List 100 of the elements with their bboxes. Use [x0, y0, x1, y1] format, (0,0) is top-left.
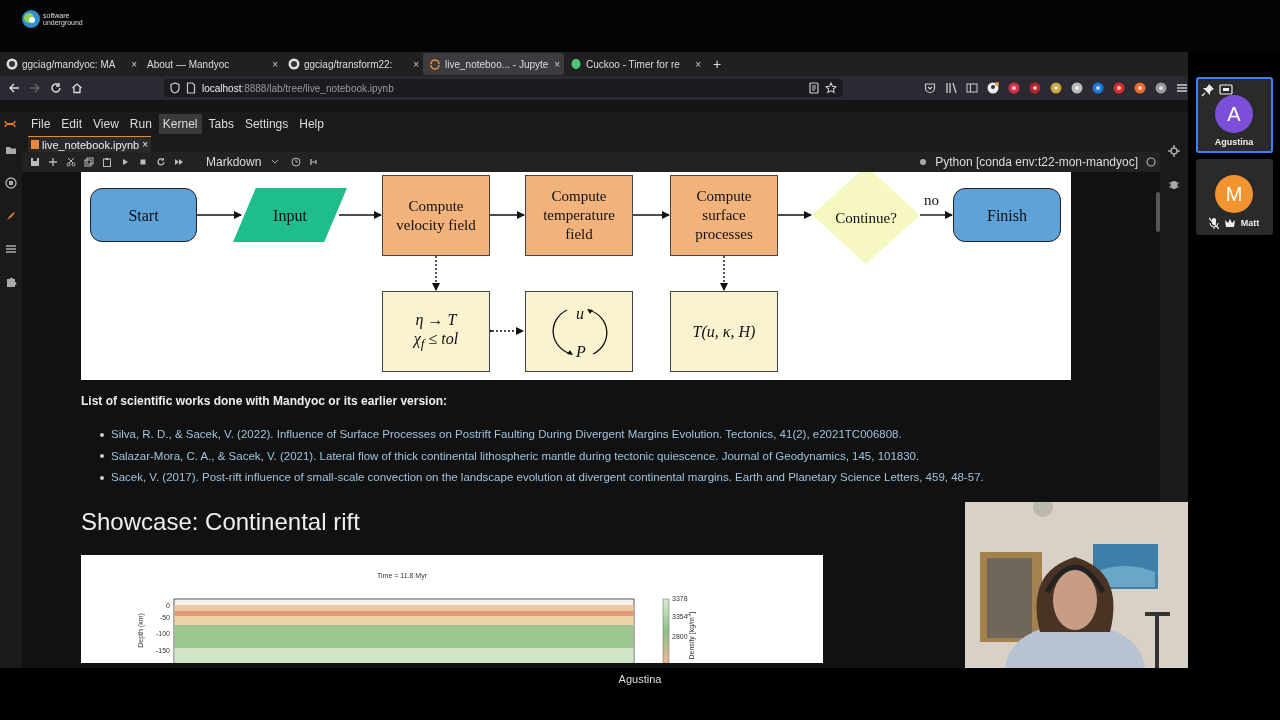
- clock-icon[interactable]: [291, 157, 302, 167]
- run-icon[interactable]: [120, 157, 130, 167]
- restart-icon[interactable]: [156, 157, 166, 167]
- extension-icon[interactable]: [1050, 82, 1062, 94]
- tab-close-button[interactable]: ×: [695, 58, 701, 70]
- shield-icon: [169, 82, 180, 94]
- participant-name: Matt: [1240, 218, 1260, 228]
- browser-tab[interactable]: Cuckoo - Timer for re ×: [564, 53, 705, 75]
- menu-item[interactable]: Settings: [240, 114, 293, 134]
- address-bar[interactable]: localhost:8888/lab/tree/live_notebook.ipynb: [163, 79, 843, 97]
- extension-icon[interactable]: [1008, 82, 1020, 94]
- kernel-name[interactable]: Python [conda env:t22-mon-mandyoc]: [935, 155, 1138, 169]
- reader-icon[interactable]: [809, 82, 819, 94]
- participant-tile[interactable]: M Matt: [1195, 159, 1273, 235]
- extension-icon[interactable]: [1134, 82, 1146, 94]
- save-icon[interactable]: [30, 157, 40, 167]
- menu-item[interactable]: Run: [125, 114, 156, 134]
- browser-tab[interactable]: ggciag/mandyoc: MA ×: [0, 53, 141, 75]
- tab-title: Cuckoo - Timer for re: [586, 58, 681, 70]
- paste-icon[interactable]: [102, 157, 112, 167]
- reference-link[interactable]: Sacek, V. (2017). Post-rift influence of small-scale convection on the landscape evolution at divergent continental margins. Earth and Planetary Science Letters, 459, 48-57.: [111, 470, 984, 486]
- sidebar-icon[interactable]: [966, 82, 978, 94]
- extension-icon[interactable]: [1113, 82, 1125, 94]
- equation: η → T: [415, 309, 457, 329]
- crown-icon: [1223, 217, 1236, 229]
- menu-item[interactable]: View: [89, 114, 123, 134]
- fast-forward-icon[interactable]: [174, 157, 184, 167]
- tab-title: ggciag/mandyoc: MA: [22, 58, 117, 70]
- avatar: M: [1215, 175, 1253, 213]
- list-icon[interactable]: [5, 243, 17, 255]
- tab-close-button[interactable]: ×: [272, 58, 278, 70]
- forward-icon[interactable]: [29, 82, 41, 94]
- tab-close-button[interactable]: ×: [131, 58, 137, 70]
- tab-close-button[interactable]: ×: [142, 139, 149, 150]
- pin-icon[interactable]: [1200, 83, 1215, 97]
- library-icon[interactable]: [945, 82, 957, 94]
- list-heading: List of scientific works done with Mandyoc or its earlier version:: [81, 394, 449, 408]
- bird-icon: [570, 58, 582, 70]
- palette-icon[interactable]: [5, 210, 17, 222]
- extension-icon[interactable]: [1092, 82, 1104, 94]
- tab-close-button[interactable]: ×: [554, 58, 560, 70]
- bullet-icon: [100, 454, 104, 459]
- tab-title: live_noteboo... - Jupyte: [445, 58, 550, 70]
- extension-icon[interactable]: [1029, 82, 1041, 94]
- participant-tile[interactable]: A Agustina: [1195, 77, 1273, 153]
- reference-link[interactable]: Silva, R. D., & Sacek, V. (2022). Influence of Surface Processes on Postrift Faulting During Divergent Margins Evolution. Tectonics, 41(2), e2021TC006808.: [111, 427, 902, 443]
- menu-item[interactable]: Edit: [57, 114, 87, 134]
- folder-icon[interactable]: [5, 144, 17, 156]
- scrollbar[interactable]: [1156, 192, 1160, 232]
- equation: T(u, κ, H): [692, 322, 756, 341]
- pocket-icon[interactable]: [924, 82, 936, 94]
- section-heading: Showcase: Continental rift: [81, 506, 361, 537]
- add-icon[interactable]: [48, 157, 58, 167]
- logo-icon: [21, 9, 41, 29]
- account-icon[interactable]: [987, 82, 999, 94]
- tab-title: About — Mandyoc: [147, 58, 231, 70]
- home-icon[interactable]: [70, 82, 83, 94]
- browser-tab[interactable]: live_noteboo... - Jupyte ×: [423, 53, 564, 75]
- process-box: Compute velocity field: [382, 175, 490, 256]
- tab-title: live_notebook.ipynb: [42, 138, 140, 151]
- running-icon[interactable]: [5, 177, 17, 189]
- new-tab-button[interactable]: +: [713, 56, 722, 72]
- caret-icon: [271, 159, 280, 165]
- puzzle-icon[interactable]: [5, 276, 17, 288]
- notebook-tab[interactable]: live_notebook.ipynb ×: [28, 136, 152, 152]
- debugger-icon[interactable]: [1168, 178, 1180, 190]
- extension-icon[interactable]: [1155, 82, 1167, 94]
- url-text: localhost:8888/lab/tree/live_notebook.ipynb: [201, 82, 394, 94]
- browser-tab[interactable]: ggciag/transform22: ×: [282, 53, 423, 75]
- cut-icon[interactable]: [66, 157, 76, 167]
- browser-tab[interactable]: About — Mandyoc ×: [141, 53, 282, 75]
- bullet-icon: [100, 432, 104, 437]
- process-box: Compute temperature field: [525, 175, 633, 256]
- variable-label: P: [576, 342, 586, 361]
- decision-node: Continue?: [812, 172, 920, 264]
- loading-icon: [429, 58, 441, 70]
- git-icon[interactable]: [309, 157, 320, 167]
- menu-item[interactable]: File: [27, 114, 55, 134]
- property-inspector-icon[interactable]: [1168, 145, 1180, 157]
- extension-icon[interactable]: [1071, 82, 1083, 94]
- screen-icon[interactable]: [1218, 83, 1233, 97]
- tab-close-button[interactable]: ×: [413, 58, 419, 70]
- variable-label: u: [576, 304, 584, 323]
- page-icon: [185, 82, 196, 94]
- reference-link[interactable]: Salazar-Mora, C. A., & Sacek, V. (2021). Lateral flow of thick continental lithospheric mantle during tectonic quiescence. Journal of Geodynamics, 145, 101830.: [111, 448, 920, 464]
- menu-item[interactable]: Tabs: [204, 114, 238, 134]
- menu-icon[interactable]: [1176, 82, 1188, 94]
- reload-icon[interactable]: [49, 82, 62, 94]
- stop-icon[interactable]: [138, 157, 148, 167]
- menu-item[interactable]: Help: [295, 114, 328, 134]
- star-icon[interactable]: [825, 82, 837, 94]
- mic-muted-icon: [1208, 217, 1219, 229]
- menu-item[interactable]: Kernel: [158, 114, 202, 134]
- copy-icon[interactable]: [84, 157, 94, 167]
- back-icon[interactable]: [8, 82, 20, 94]
- kernel-status-icon: [919, 158, 928, 166]
- kernel-idle-icon: [1146, 157, 1156, 167]
- bullet-icon: [100, 475, 104, 480]
- cell-type-dropdown[interactable]: Markdown: [202, 155, 284, 169]
- arrow: [632, 211, 670, 219]
